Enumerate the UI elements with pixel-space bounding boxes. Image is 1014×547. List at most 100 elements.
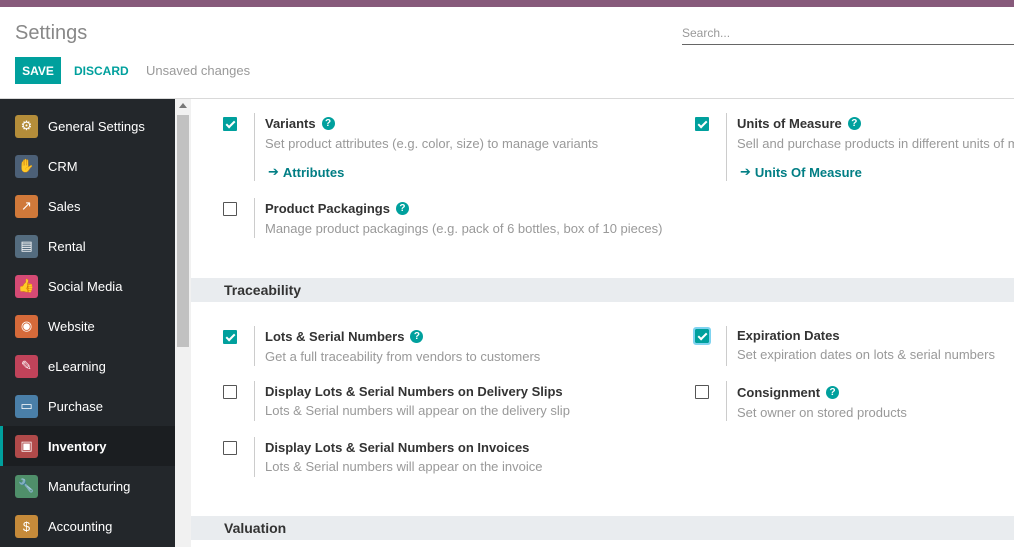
help-icon[interactable]: ? — [321, 117, 335, 130]
sidebar-item-label: General Settings — [48, 118, 145, 134]
arrow-right-icon: ➔ — [268, 164, 279, 179]
lots-description: Get a full traceability from vendors to … — [265, 349, 541, 364]
top-navbar — [0, 0, 1014, 7]
consignment-title: Consignment ? — [737, 385, 840, 400]
divider — [726, 113, 727, 181]
scroll-up-icon[interactable] — [179, 103, 187, 108]
lots-checkbox[interactable] — [223, 330, 237, 344]
consignment-label: Consignment — [737, 385, 821, 400]
gear-icon: ⚙ — [15, 114, 38, 138]
wrench-icon: 🔧 — [15, 474, 38, 498]
packagings-checkbox[interactable] — [223, 202, 237, 216]
sidebar-scrollbar[interactable] — [175, 99, 191, 547]
elearning-icon: ✎ — [15, 354, 38, 378]
sidebar-item-website[interactable]: ◉ Website — [0, 306, 175, 346]
save-button[interactable]: SAVE — [15, 57, 61, 84]
invoices-checkbox[interactable] — [223, 441, 237, 455]
sidebar-item-label: Sales — [48, 198, 81, 214]
invoices-title: Display Lots & Serial Numbers on Invoice… — [265, 440, 529, 455]
consignment-checkbox[interactable] — [695, 385, 709, 399]
lots-label: Lots & Serial Numbers — [265, 329, 405, 344]
credit-card-icon: ▭ — [15, 394, 38, 418]
variants-checkbox[interactable] — [223, 117, 237, 131]
invoices-label: Display Lots & Serial Numbers on Invoice… — [265, 440, 530, 455]
uom-description: Sell and purchase products in different … — [737, 136, 1014, 151]
delivery-slips-description: Lots & Serial numbers will appear on the… — [265, 403, 570, 418]
help-icon[interactable]: ? — [826, 386, 840, 399]
uom-label: Units of Measure — [737, 116, 842, 131]
traceability-section-header: Traceability — [191, 278, 1014, 302]
packagings-label: Product Packagings — [265, 201, 390, 216]
divider — [254, 437, 255, 477]
section-title: Valuation — [224, 520, 287, 536]
handshake-icon: ✋ — [15, 154, 38, 178]
sidebar-item-crm[interactable]: ✋ CRM — [0, 146, 175, 186]
sidebar-item-sales[interactable]: ↗ Sales — [0, 186, 175, 226]
globe-icon: ◉ — [15, 314, 38, 338]
sidebar-item-label: CRM — [48, 158, 78, 174]
sidebar-item-rental[interactable]: ▤ Rental — [0, 226, 175, 266]
divider — [254, 381, 255, 421]
chart-icon: ↗ — [15, 194, 38, 218]
expiration-description: Set expiration dates on lots & serial nu… — [737, 347, 995, 362]
search-box[interactable] — [682, 23, 1014, 45]
sidebar-item-label: Website — [48, 318, 95, 334]
sidebar-item-label: Rental — [48, 238, 86, 254]
expiration-label: Expiration Dates — [737, 328, 840, 343]
sidebar-item-label: Purchase — [48, 398, 103, 414]
attributes-link-label: Attributes — [282, 164, 345, 180]
divider — [254, 198, 255, 238]
sidebar-item-label: Inventory — [48, 438, 107, 454]
help-icon[interactable]: ? — [410, 330, 424, 343]
thumbs-up-icon: 👍 — [15, 274, 38, 298]
invoice-icon: $ — [15, 514, 38, 538]
box-icon: ▣ — [15, 434, 38, 458]
units-of-measure-link[interactable]: ➔ Units Of Measure — [740, 164, 862, 180]
search-input[interactable] — [682, 23, 1014, 43]
divider — [726, 381, 727, 421]
delivery-slips-title: Display Lots & Serial Numbers on Deliver… — [265, 384, 563, 399]
packagings-title: Product Packagings ? — [265, 201, 409, 216]
arrow-right-icon: ➔ — [740, 164, 751, 179]
control-panel: Settings SAVE DISCARD Unsaved changes — [0, 7, 1014, 99]
sidebar-item-label: Manufacturing — [48, 478, 131, 494]
settings-content: Variants ? Set product attributes (e.g. … — [191, 99, 1014, 547]
sidebar-item-inventory[interactable]: ▣ Inventory — [0, 426, 175, 466]
consignment-description: Set owner on stored products — [737, 405, 907, 420]
sidebar-item-social-media[interactable]: 👍 Social Media — [0, 266, 175, 306]
packagings-description: Manage product packagings (e.g. pack of … — [265, 221, 663, 236]
help-icon[interactable]: ? — [395, 202, 409, 215]
variants-label: Variants — [265, 116, 316, 131]
invoices-description: Lots & Serial numbers will appear on the… — [265, 459, 543, 474]
settings-app-sidebar: ⚙ General Settings ✋ CRM ↗ Sales ▤ Renta… — [0, 99, 175, 547]
delivery-slips-label: Display Lots & Serial Numbers on Deliver… — [265, 384, 563, 399]
valuation-section-header: Valuation — [191, 516, 1014, 540]
sidebar-item-purchase[interactable]: ▭ Purchase — [0, 386, 175, 426]
sidebar-item-general-settings[interactable]: ⚙ General Settings — [0, 106, 175, 146]
sidebar-item-label: Social Media — [48, 278, 123, 294]
scrollbar-thumb[interactable] — [177, 115, 189, 347]
sidebar-item-elearning[interactable]: ✎ eLearning — [0, 346, 175, 386]
section-title: Traceability — [224, 282, 302, 298]
uom-checkbox[interactable] — [695, 117, 709, 131]
unsaved-changes-indicator: Unsaved changes — [146, 63, 251, 78]
lots-title: Lots & Serial Numbers ? — [265, 329, 424, 344]
variants-description: Set product attributes (e.g. color, size… — [265, 136, 599, 151]
sidebar-item-label: eLearning — [48, 358, 106, 374]
help-icon[interactable]: ? — [847, 117, 861, 130]
attributes-link[interactable]: ➔ Attributes — [268, 164, 344, 180]
divider — [254, 113, 255, 181]
rental-icon: ▤ — [15, 234, 38, 258]
delivery-slips-checkbox[interactable] — [223, 385, 237, 399]
expiration-title: Expiration Dates — [737, 328, 840, 343]
uom-link-label: Units Of Measure — [754, 164, 862, 180]
variants-title: Variants ? — [265, 116, 335, 131]
sidebar-item-manufacturing[interactable]: 🔧 Manufacturing — [0, 466, 175, 506]
divider — [726, 326, 727, 366]
discard-button[interactable]: DISCARD — [66, 57, 137, 84]
sidebar-item-accounting[interactable]: $ Accounting — [0, 506, 175, 546]
divider — [254, 326, 255, 366]
uom-title: Units of Measure ? — [737, 116, 861, 131]
page-title: Settings — [15, 22, 88, 44]
expiration-checkbox[interactable] — [693, 327, 711, 345]
